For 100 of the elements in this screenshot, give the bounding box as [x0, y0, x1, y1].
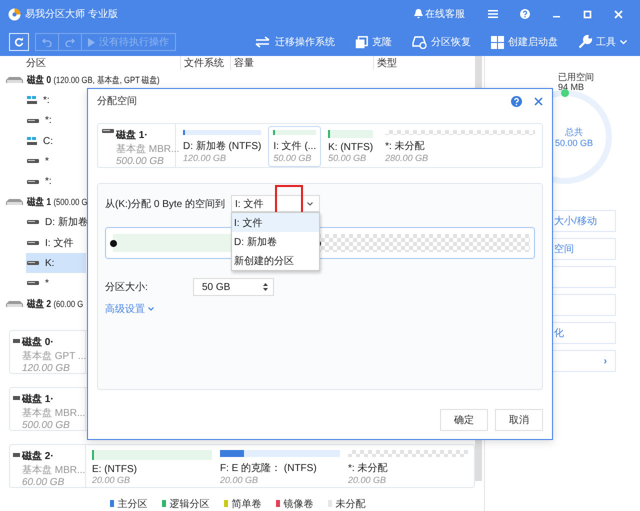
- drive-icon: [13, 396, 20, 401]
- partition-tile[interactable]: *: 未分配 20.00 GB: [348, 448, 468, 487]
- partition-label: I: 文件 (...: [273, 140, 316, 153]
- tree-item[interactable]: *:: [0, 172, 140, 192]
- partition-label: E: (NTFS): [92, 464, 138, 475]
- chevron-down-icon: [307, 202, 314, 206]
- disk-type: 基本盘 MBR...: [22, 406, 86, 420]
- slider-handle[interactable]: [110, 240, 117, 247]
- column-header[interactable]: 容量: [230, 56, 373, 70]
- system-drive-icon: [27, 96, 37, 105]
- window-title: 易我分区大师 专业版: [25, 8, 118, 21]
- help-icon[interactable]: [511, 96, 522, 106]
- wrench-icon: [578, 35, 592, 49]
- toolbar-button[interactable]: 分区恢复: [405, 35, 478, 49]
- swap-arrows-icon: [255, 36, 271, 48]
- partition-size: 280.00 GB: [385, 153, 430, 163]
- play-icon: [88, 38, 95, 46]
- disk-label[interactable]: 磁盘 2 (60.00 G: [27, 296, 84, 311]
- partition-tile[interactable]: E: (NTFS) 20.00 GB: [92, 448, 212, 487]
- partition-size: 20.00 GB: [220, 474, 260, 485]
- disk-type: 基本盘 MBR...: [116, 142, 180, 156]
- drive-icon: [27, 158, 39, 164]
- drive-icon: [27, 118, 39, 124]
- advanced-settings-link[interactable]: 高级设置: [105, 302, 154, 316]
- dialog-button[interactable]: 确定: [440, 409, 488, 431]
- drive-icon: [27, 280, 39, 286]
- partition-label: K: (NTFS): [328, 142, 374, 153]
- partition-size: 50.00 GB: [328, 153, 368, 163]
- column-header[interactable]: 分区: [0, 56, 180, 70]
- partition-tile[interactable]: I: 文件 (... 50.00 GB: [268, 126, 322, 167]
- partition-size: 50.00 GB: [273, 153, 312, 163]
- dialog-button[interactable]: 取消: [495, 409, 543, 431]
- disk-size: 60.00 GB: [22, 476, 66, 488]
- total-value: 50.00 GB: [555, 138, 594, 149]
- disk-size: 500.00 GB: [116, 156, 165, 167]
- redo-icon: [65, 38, 75, 46]
- column-header[interactable]: 类型: [373, 56, 473, 70]
- disk-size: 120.00 GB: [22, 362, 71, 374]
- toolbar-button[interactable]: 工具: [571, 35, 634, 49]
- maximize-icon[interactable]: [583, 10, 592, 18]
- system-drive-icon: [27, 136, 37, 146]
- partition-label: *: 未分配: [348, 462, 388, 475]
- dropdown-option[interactable]: 新创建的分区: [232, 251, 320, 270]
- undo-icon: [42, 38, 52, 46]
- legend-label: 逻辑分区: [170, 498, 210, 511]
- partition-tile[interactable]: F: E 的克隆： (NTFS) 20.00 GB: [220, 448, 340, 487]
- dropdown-option[interactable]: I: 文件: [232, 213, 320, 232]
- partition-tile[interactable]: D: 新加卷 (NTFS) 120.00 GB: [178, 126, 266, 167]
- legend-label: 简单卷: [232, 498, 262, 511]
- partition-label: F: E 的克隆： (NTFS): [220, 462, 318, 475]
- disk-name: 磁盘 1·: [116, 128, 149, 142]
- allocate-label: 从(K:)分配 0 Byte 的空间到: [105, 198, 226, 210]
- disk-type: 基本盘 MBR...: [22, 464, 86, 477]
- menu-icon[interactable]: [488, 10, 498, 18]
- disk-name: 磁盘 0·: [22, 336, 55, 349]
- support-link[interactable]: 在线客服: [414, 7, 465, 21]
- partition-label: *: 未分配: [385, 140, 426, 153]
- tree-item[interactable]: I: 文件: [0, 232, 140, 253]
- partition-size: 20.00 GB: [92, 474, 132, 485]
- drive-icon: [13, 338, 20, 344]
- used-space-label: 已用空间: [558, 72, 594, 82]
- drive-icon: [27, 219, 39, 226]
- disk-size: 500.00 GB: [22, 420, 71, 431]
- drive-icon: [102, 128, 114, 134]
- total-label: 总共: [564, 127, 584, 138]
- logo-icon: [8, 8, 21, 20]
- chevron-down-icon: [148, 307, 154, 311]
- tree-item[interactable]: D: 新加卷: [0, 212, 140, 233]
- legend-label: 未分配: [336, 498, 366, 511]
- drive-icon: [13, 452, 20, 458]
- partition-label: D: 新加卷 (NTFS): [183, 140, 262, 153]
- windows-icon: [491, 36, 504, 48]
- spin-arrows-icon: [263, 283, 268, 291]
- partition-tile[interactable]: *: 未分配 280.00 GB: [380, 126, 540, 167]
- chevron-down-icon: [620, 40, 627, 44]
- size-spinbox[interactable]: 50 GB: [193, 278, 274, 296]
- tree-item[interactable]: K:: [26, 252, 86, 274]
- close-icon[interactable]: [534, 96, 543, 106]
- help-icon[interactable]: [520, 9, 530, 19]
- copy-icon: [355, 36, 368, 48]
- toolbar-button[interactable]: 克隆: [348, 35, 399, 49]
- dialog-title: 分配空间: [97, 94, 138, 108]
- drive-icon: [27, 260, 39, 266]
- legend-label: 主分区: [118, 498, 148, 511]
- drive-icon: [27, 240, 39, 246]
- used-space-value: 94 MB: [558, 82, 586, 92]
- bell-icon: [414, 9, 423, 19]
- disk-card[interactable]: 磁盘 2· 基本盘 MBR... 60.00 GB E: (NTFS) 20.00 GB F: E 的克隆： (NTFS) 20.00 GB *: 未分配 20.00 GB: [9, 444, 475, 488]
- disk-name: 磁盘 1·: [22, 392, 55, 406]
- column-header[interactable]: 文件系统: [180, 56, 230, 70]
- toolbar-button[interactable]: 迁移操作系统: [248, 35, 342, 49]
- partition-tile[interactable]: K: (NTFS) 50.00 GB: [323, 126, 378, 167]
- refresh-button[interactable]: [9, 33, 29, 51]
- disk-label[interactable]: 磁盘 0 (120.00 GB, 基本盘, GPT 磁盘): [27, 73, 160, 88]
- refresh-icon: [14, 37, 24, 47]
- toolbar-button[interactable]: 创建启动盘: [484, 35, 565, 49]
- partition-size: 120.00 GB: [183, 153, 228, 163]
- size-label: 分区大小:: [105, 280, 149, 294]
- disk-label[interactable]: 磁盘 1 (500.00 G: [27, 195, 88, 210]
- legend-label: 镜像卷: [284, 498, 314, 511]
